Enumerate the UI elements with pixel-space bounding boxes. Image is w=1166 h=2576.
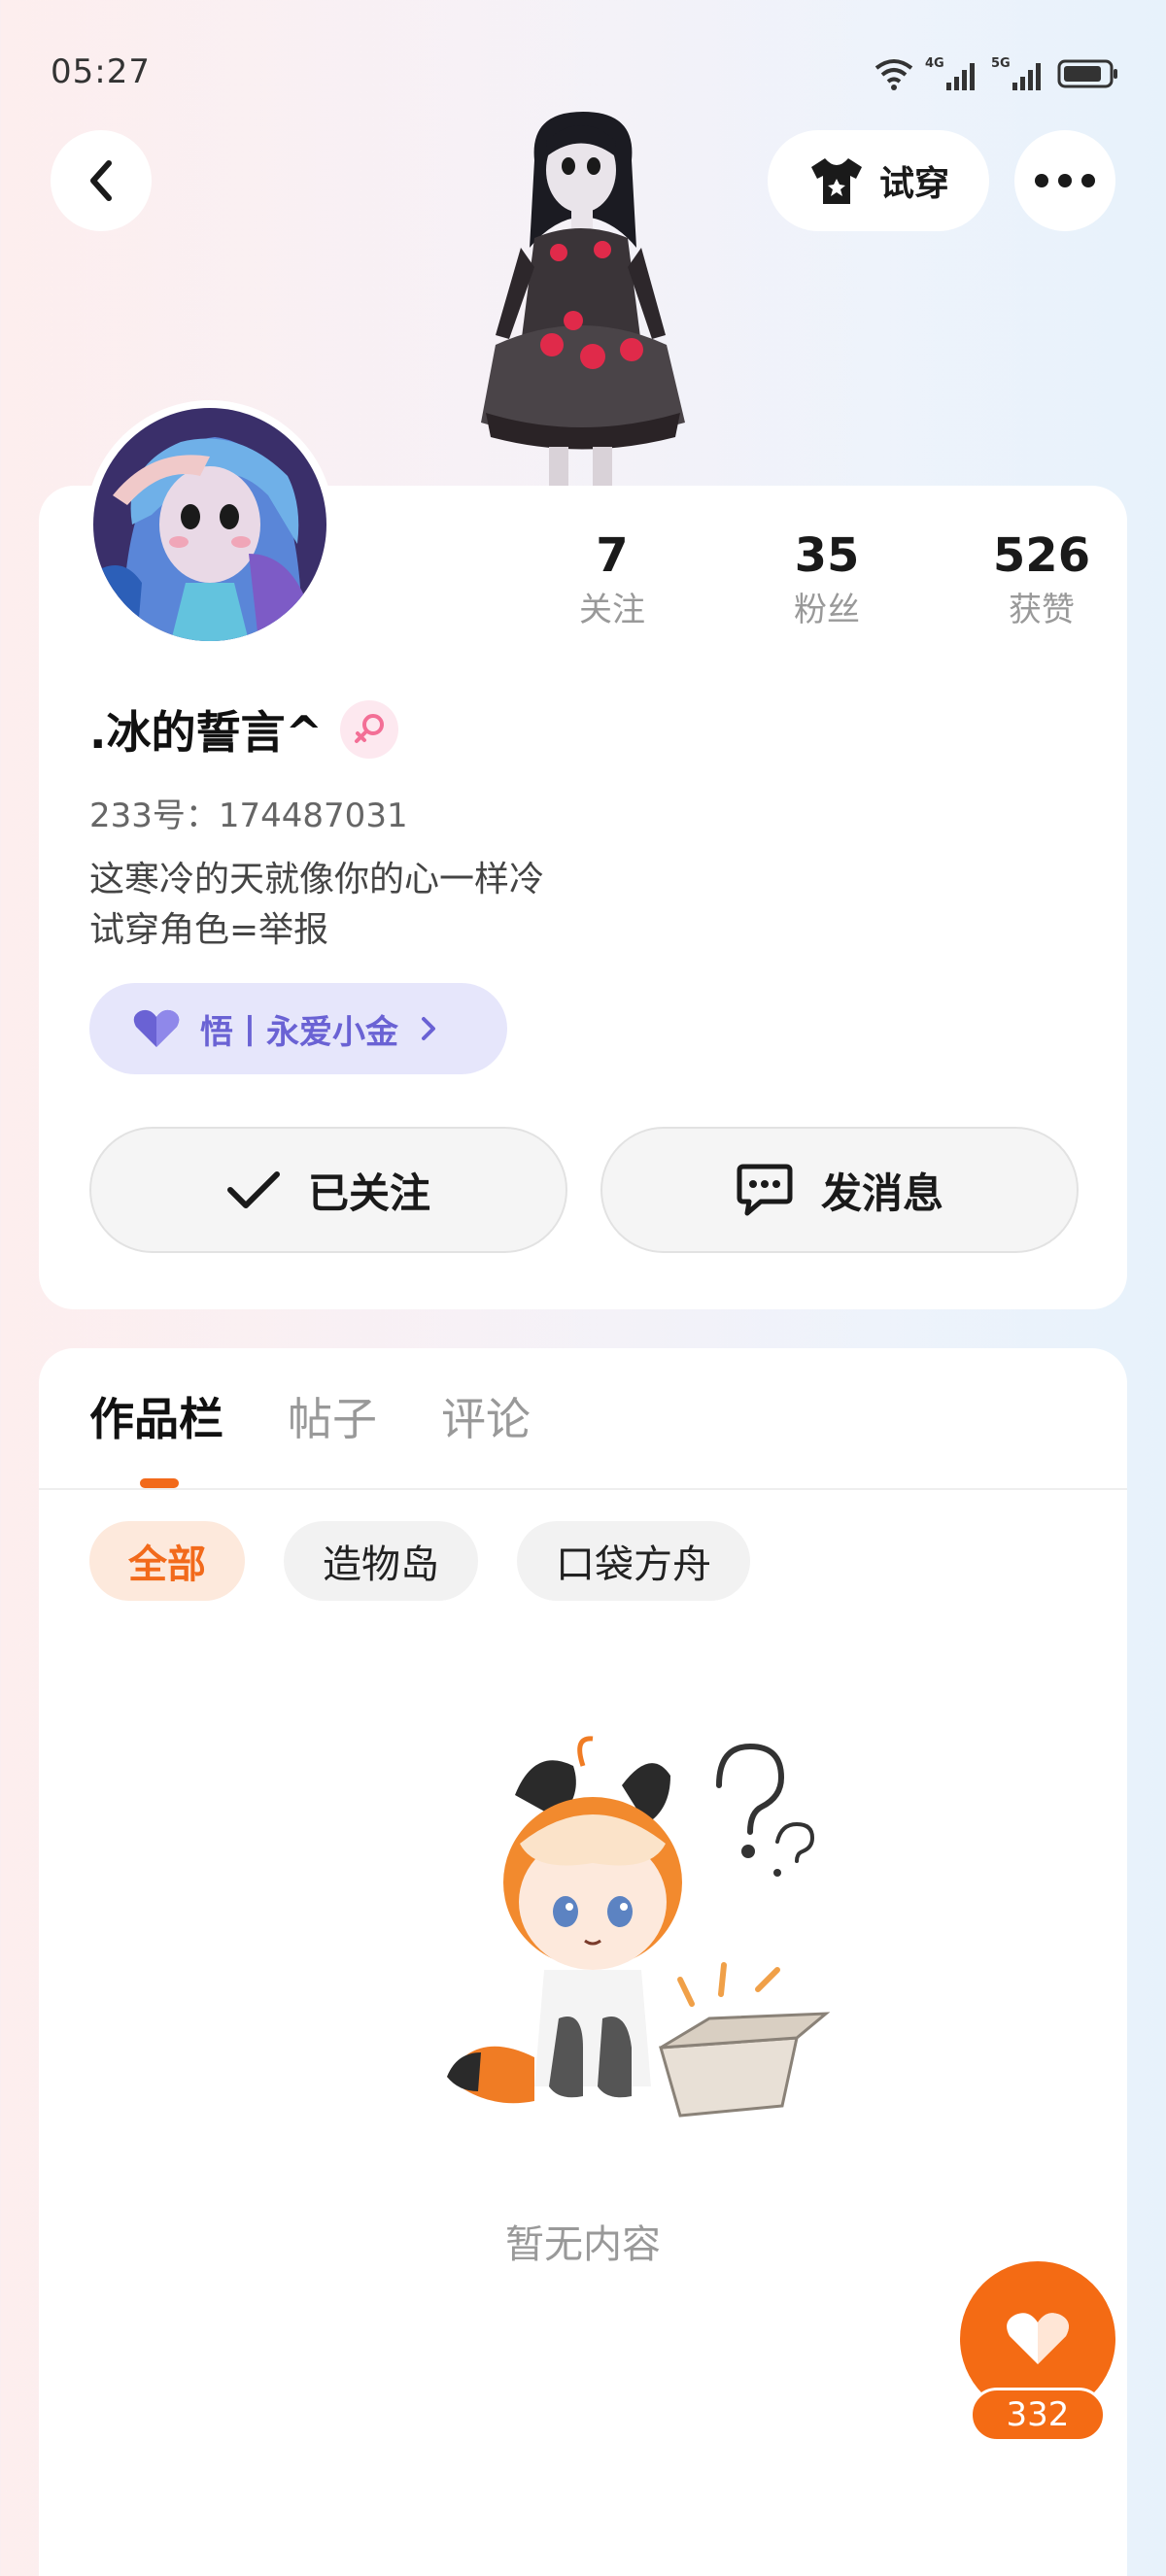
following-label: 已关注 [307,1169,430,1217]
chevron-right-icon [422,1017,435,1040]
following-button[interactable]: 已关注 [89,1127,567,1253]
wifi-icon [874,59,913,90]
signal-4g-icon: 4G [925,56,975,90]
chat-bubble-icon [737,1164,793,1216]
user-id: 233号：174487031 [89,797,408,835]
back-button[interactable] [51,130,152,231]
status-icons: 4G 5G [873,54,1119,93]
fan-badge-label: 悟丨永爱小金 [200,1012,398,1052]
heart-icon [133,1009,180,1047]
battery-icon [1057,59,1117,88]
female-icon [340,700,399,759]
tab-comments[interactable]: 评论 [441,1385,531,1453]
stats-row: 7 关注 35 粉丝 526 获赞 [525,526,1108,643]
filter-creation-island[interactable]: 造物岛 [284,1521,478,1601]
try-on-button[interactable]: 试穿 [768,130,989,231]
message-button[interactable]: 发消息 [600,1127,1079,1253]
empty-state-illustration [447,1736,831,2118]
stat-following[interactable]: 7 关注 [525,526,700,633]
check-icon [226,1171,280,1208]
chevron-left-icon [90,160,112,201]
stat-following-label: 关注 [579,591,645,629]
status-time: 05:27 [51,52,151,91]
tab-indicator [140,1478,179,1488]
nickname-row: .冰的誓言^ [89,697,399,762]
like-count: 332 [970,2388,1106,2442]
stat-likes[interactable]: 526 获赞 [954,526,1129,633]
filter-pocket-ark[interactable]: 口袋方舟 [517,1521,750,1601]
stat-likes-label: 获赞 [1009,591,1075,629]
bio-line: 这寒冷的天就像你的心一样冷 [89,860,545,899]
filter-chips: 全部 造物岛 口袋方舟 [89,1521,750,1601]
try-on-label: 试穿 [878,164,949,204]
stat-fans-value: 35 [794,528,860,583]
tab-posts[interactable]: 帖子 [288,1385,377,1453]
net-label-4g: 4G [925,56,944,71]
filter-all[interactable]: 全部 [89,1521,245,1601]
fan-badge[interactable]: 悟丨永爱小金 [89,983,507,1074]
tab-works[interactable]: 作品栏 [89,1385,223,1453]
stat-fans[interactable]: 35 粉丝 [739,526,914,633]
stat-following-value: 7 [596,528,629,583]
more-dots-icon [1035,174,1095,187]
avatar-figure-image [481,112,685,486]
more-button[interactable] [1014,130,1115,231]
message-label: 发消息 [820,1169,943,1217]
tabs-divider [39,1488,1127,1490]
bio: 这寒冷的天就像你的心一样冷 试穿角色=举报 [89,855,544,956]
shirt-icon [810,158,862,204]
nickname: .冰的誓言^ [89,706,324,759]
stat-likes-value: 526 [992,528,1091,583]
tab-bar: 作品栏 帖子 评论 [89,1385,531,1453]
heart-icon [1007,2313,1069,2364]
avatar-image [93,408,326,641]
signal-5g-icon: 5G [991,56,1041,90]
like-fab[interactable]: 332 [960,2261,1115,2446]
net-label-5g: 5G [991,56,1011,71]
bio-line: 试穿角色=举报 [89,910,329,950]
stat-fans-label: 粉丝 [794,591,860,629]
avatar[interactable] [86,400,334,649]
